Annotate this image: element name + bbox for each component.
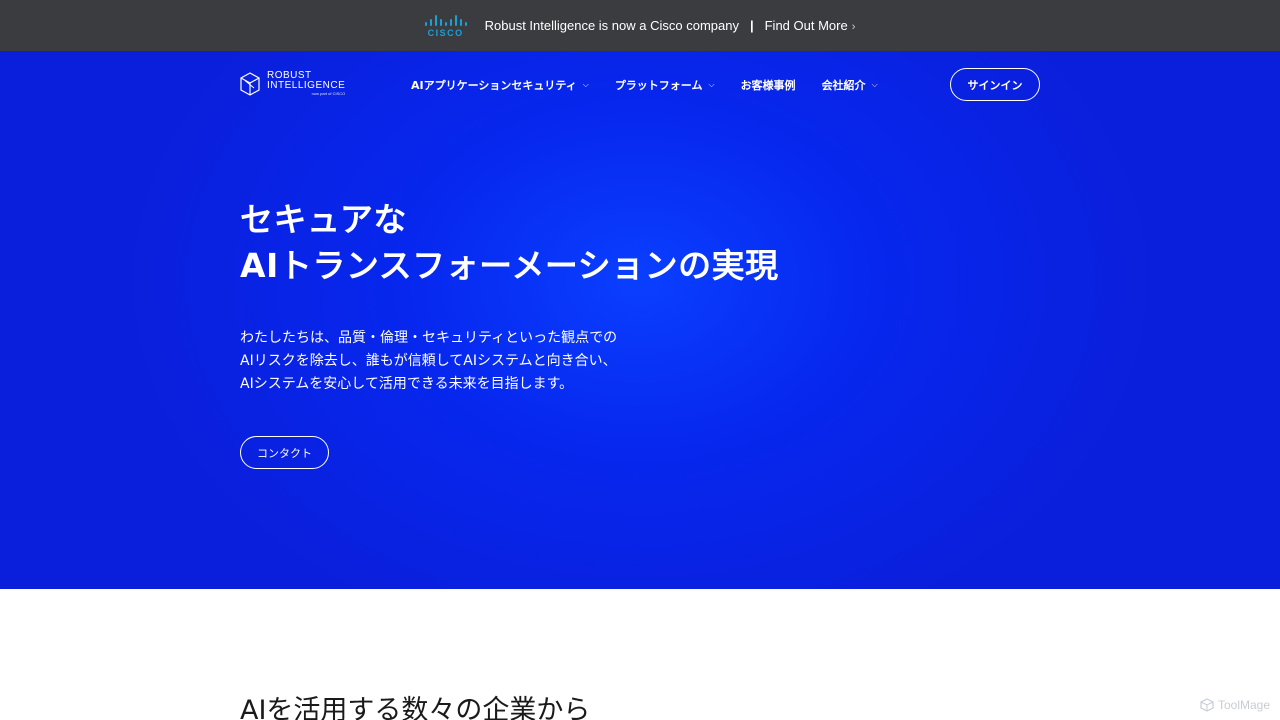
hero-desc-line-3: AIシステムを安心して活用できる未来を目指します。 xyxy=(240,376,574,392)
chevron-down-icon: ⌵ xyxy=(708,80,715,89)
announcement-separator: | xyxy=(749,18,754,33)
nav-item-label: お客様事例 xyxy=(740,79,796,92)
find-out-more-label: Find Out More xyxy=(764,18,848,33)
signin-button[interactable]: サインイン xyxy=(950,68,1040,101)
nav-item-label: プラットフォーム xyxy=(614,79,703,92)
brand-logo-link[interactable]: ROBUST INTELLIGENCE now part of CISCO xyxy=(240,71,345,96)
brand-wordmark: ROBUST INTELLIGENCE now part of CISCO xyxy=(267,71,345,96)
section-heading: AIを活用する数々の企業から xyxy=(240,695,591,720)
hexagon-cube-icon xyxy=(240,71,260,96)
toolmage-logo-icon xyxy=(1200,698,1214,712)
announcement-text: Robust Intelligence is now a Cisco compa… xyxy=(484,18,739,33)
nav-item-label: 会社紹介 xyxy=(821,79,866,92)
hero-desc-line-2: AIリスクを除去し、誰もが信頼してAIシステムと向き合い、 xyxy=(240,353,617,369)
cisco-logo: CISCO xyxy=(424,14,467,38)
chevron-down-icon: ⌵ xyxy=(582,80,589,89)
hero-section: ROBUST INTELLIGENCE now part of CISCO AI… xyxy=(0,51,1280,589)
nav-item-platform[interactable]: プラットフォーム ⌵ xyxy=(615,77,715,93)
nav-item-ai-app-security[interactable]: AIアプリケーションセキュリティ ⌵ xyxy=(411,77,589,93)
cisco-wordmark: CISCO xyxy=(427,27,464,38)
announcement-bar: CISCO Robust Intelligence is now a Cisco… xyxy=(0,0,1280,51)
hero-description: わたしたちは、品質・倫理・セキュリティといった観点での AIリスクを除去し、誰も… xyxy=(240,327,617,396)
brand-line-2: INTELLIGENCE xyxy=(267,80,346,91)
chevron-down-icon: ⌵ xyxy=(871,80,878,89)
cisco-bars-icon xyxy=(424,14,467,26)
hero-title: セキュアな AIトランスフォーメーションの実現 xyxy=(240,197,779,289)
hero-title-line-2: AIトランスフォーメーションの実現 xyxy=(240,246,779,285)
contact-button[interactable]: コンタクト xyxy=(240,436,329,469)
watermark: ToolMage xyxy=(1200,698,1270,712)
find-out-more-link[interactable]: Find Out More › xyxy=(765,18,856,33)
nav-item-customer-cases[interactable]: お客様事例 xyxy=(741,77,796,93)
hero-title-line-1: セキュアな xyxy=(240,200,407,239)
watermark-text: ToolMage xyxy=(1217,698,1270,712)
chevron-right-icon: › xyxy=(851,21,856,33)
main-nav: AIアプリケーションセキュリティ ⌵ プラットフォーム ⌵ お客様事例 会社紹介… xyxy=(411,77,904,93)
nav-item-label: AIアプリケーションセキュリティ xyxy=(411,79,577,92)
hero-desc-line-1: わたしたちは、品質・倫理・セキュリティといった観点での xyxy=(240,330,618,346)
brand-line-3: now part of CISCO xyxy=(311,91,346,96)
nav-item-company[interactable]: 会社紹介 ⌵ xyxy=(822,77,878,93)
